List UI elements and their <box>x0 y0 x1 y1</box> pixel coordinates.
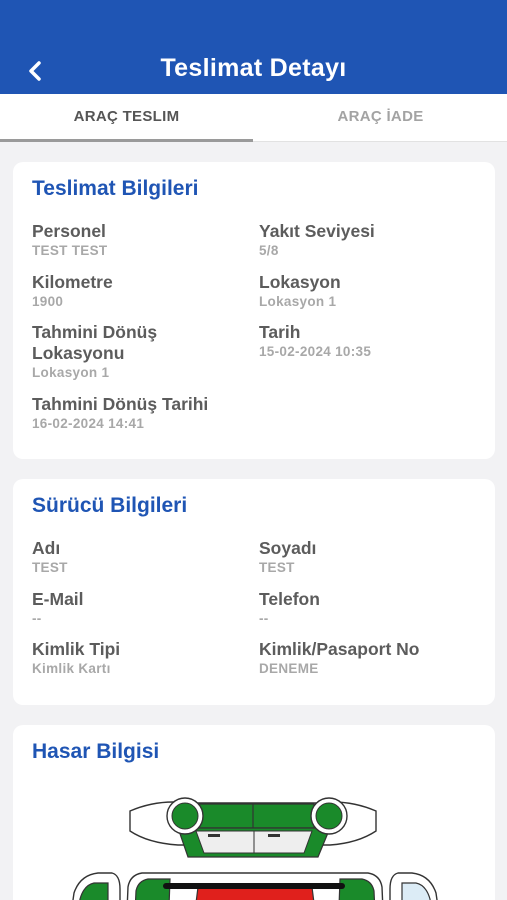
field-id-type: Kimlik Tipi Kimlik Kartı <box>32 639 252 676</box>
page-title: Teslimat Detayı <box>160 54 347 82</box>
field-label: Telefon <box>259 589 320 609</box>
field-value: 1900 <box>32 294 64 309</box>
field-location: Lokasyon Lokasyon 1 <box>259 272 479 309</box>
field-surname: Soyadı TEST <box>259 538 479 575</box>
field-label: Tarih <box>259 322 301 342</box>
damage-info-title: Hasar Bilgisi <box>32 740 160 763</box>
tab-vehicle-return[interactable]: ARAÇ İADE <box>254 94 507 142</box>
field-date: Tarih 15-02-2024 10:35 <box>259 322 479 359</box>
field-email: E-Mail -- <box>32 589 252 626</box>
field-label: Adı <box>32 538 61 558</box>
field-value: 16-02-2024 14:41 <box>32 416 145 431</box>
delivery-info-card: Teslimat Bilgileri Personel TEST TEST Ya… <box>13 162 495 459</box>
field-label: Personel <box>32 221 106 241</box>
field-label: E-Mail <box>32 589 84 609</box>
field-value: 5/8 <box>259 243 279 258</box>
delivery-info-title: Teslimat Bilgileri <box>32 177 199 200</box>
driver-info-card: Sürücü Bilgileri Adı TEST Soyadı TEST E-… <box>13 479 495 705</box>
home-indicator <box>163 883 345 889</box>
field-value: Kimlik Kartı <box>32 661 111 676</box>
field-label: Kimlik Tipi <box>32 639 121 659</box>
field-kilometer: Kilometre 1900 <box>32 272 252 309</box>
driver-info-title: Sürücü Bilgileri <box>32 494 188 517</box>
field-personnel: Personel TEST TEST <box>32 221 252 258</box>
field-value: Lokasyon 1 <box>259 294 337 309</box>
field-label: Tahmini Dönüş Tarihi <box>32 394 209 414</box>
field-label: Yakıt Seviyesi <box>259 221 375 241</box>
field-id-number: Kimlik/Pasaport No DENEME <box>259 639 479 676</box>
field-value: 15-02-2024 10:35 <box>259 344 372 359</box>
field-value: TEST TEST <box>32 243 108 258</box>
tab-bar: ARAÇ TESLIM ARAÇ İADE <box>0 94 507 142</box>
field-label: Lokasyon <box>259 272 341 292</box>
field-value: Lokasyon 1 <box>32 365 110 380</box>
field-label: Soyadı <box>259 538 317 558</box>
field-phone: Telefon -- <box>259 589 479 626</box>
field-label: Tahmini Dönüş Lokasyonu <box>32 322 158 363</box>
wheel-top-left-hub[interactable] <box>171 802 199 830</box>
field-label: Kimlik/Pasaport No <box>259 639 420 659</box>
damage-info-card: Hasar Bilgisi <box>13 725 495 900</box>
field-value: DENEME <box>259 661 319 676</box>
field-value: TEST <box>32 560 68 575</box>
field-name: Adı TEST <box>32 538 252 575</box>
field-value: TEST <box>259 560 295 575</box>
field-label: Kilometre <box>32 272 113 292</box>
wheel-top-right-hub[interactable] <box>315 802 343 830</box>
field-est-return-date: Tahmini Dönüş Tarihi 16-02-2024 14:41 <box>32 394 292 431</box>
app-header: Teslimat Detayı <box>0 0 507 94</box>
field-value: -- <box>259 611 269 626</box>
field-fuel-level: Yakıt Seviyesi 5/8 <box>259 221 479 258</box>
field-est-return-location: Tahmini Dönüş Lokasyonu Lokasyon 1 <box>32 322 207 380</box>
field-value: -- <box>32 611 42 626</box>
tab-vehicle-delivery[interactable]: ARAÇ TESLIM <box>0 94 253 142</box>
car-top-view <box>129 797 377 858</box>
